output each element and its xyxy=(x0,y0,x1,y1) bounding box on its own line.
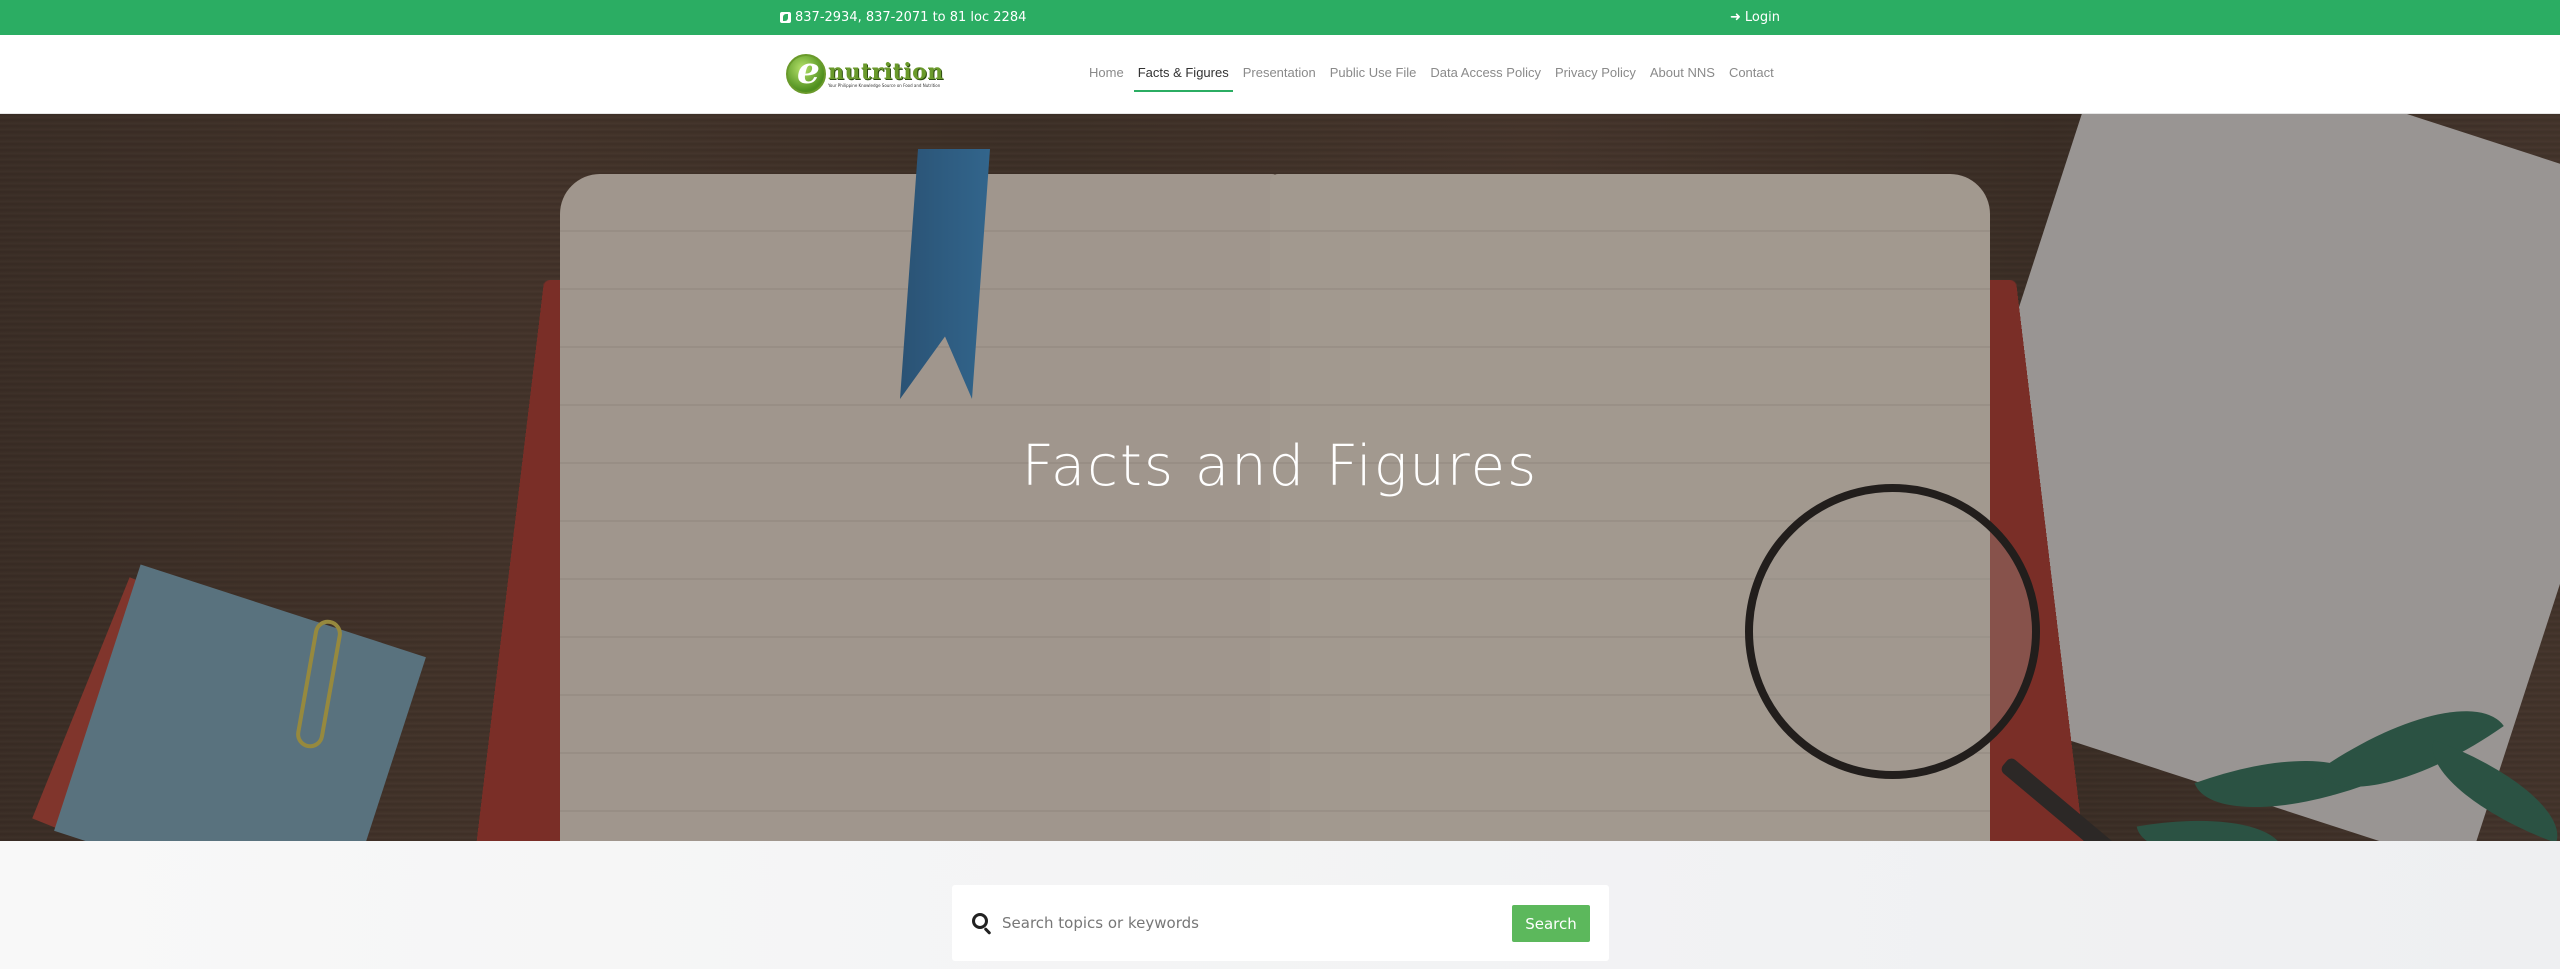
nav-public-use-file[interactable]: Public Use File xyxy=(1323,35,1424,114)
main-menu: Home Facts & Figures Presentation Public… xyxy=(1082,35,1781,114)
phone-icon xyxy=(780,12,791,23)
page-title: Facts and Figures xyxy=(1021,434,1539,499)
logo-tagline: Your Philippine Knowledge Source on Food… xyxy=(828,82,941,88)
nav-contact[interactable]: Contact xyxy=(1722,35,1781,114)
login-link[interactable]: ➜ Login xyxy=(1730,10,1780,25)
nav-presentation[interactable]: Presentation xyxy=(1236,35,1323,114)
contact-phone: 837-2934, 837-2071 to 81 loc 2284 xyxy=(780,10,1026,25)
login-label[interactable]: Login xyxy=(1745,10,1780,25)
search-bar: Search xyxy=(952,885,1609,961)
nav-privacy-policy[interactable]: Privacy Policy xyxy=(1548,35,1643,114)
search-button[interactable]: Search xyxy=(1512,905,1590,942)
search-icon xyxy=(972,913,988,929)
top-bar-inner: 837-2934, 837-2071 to 81 loc 2284 ➜ Logi… xyxy=(780,0,1780,35)
nav-data-access-policy[interactable]: Data Access Policy xyxy=(1423,35,1548,114)
site-logo[interactable]: nutrition Your Philippine Knowledge Sour… xyxy=(786,50,956,95)
logo-word: nutrition xyxy=(828,58,944,85)
main-navbar: nutrition Your Philippine Knowledge Sour… xyxy=(0,35,2560,114)
logo-emblem xyxy=(786,50,826,94)
nav-about-nns[interactable]: About NNS xyxy=(1643,35,1722,114)
logo-text: nutrition Your Philippine Knowledge Sour… xyxy=(828,61,944,88)
hero-banner: Facts and Figures xyxy=(0,114,2560,841)
top-bar: 837-2934, 837-2071 to 81 loc 2284 ➜ Logi… xyxy=(0,0,2560,35)
search-section: Search xyxy=(0,841,2560,969)
nav-facts-figures[interactable]: Facts & Figures xyxy=(1131,35,1236,114)
sign-in-icon: ➜ xyxy=(1730,10,1741,25)
nav-home[interactable]: Home xyxy=(1082,35,1131,114)
phone-text: 837-2934, 837-2071 to 81 loc 2284 xyxy=(795,10,1027,25)
search-input[interactable] xyxy=(1002,909,1502,937)
